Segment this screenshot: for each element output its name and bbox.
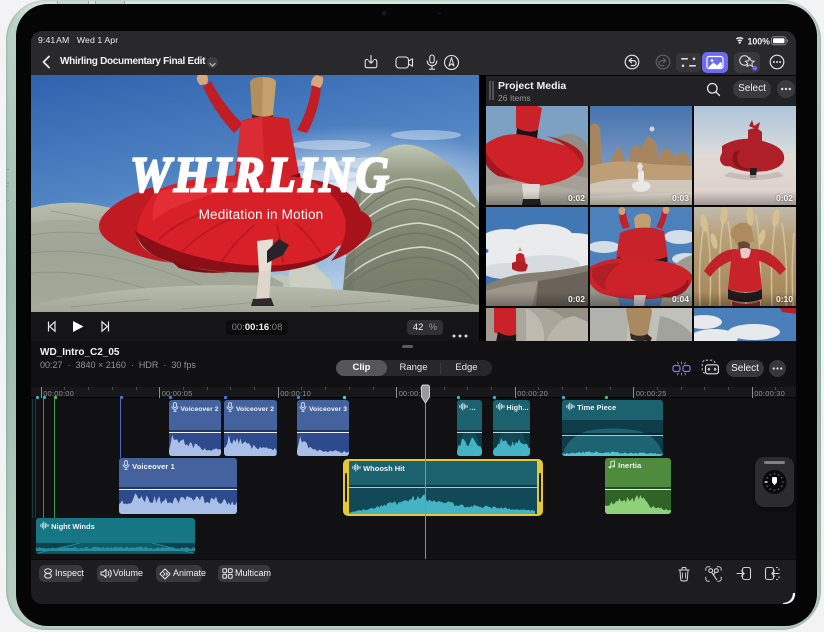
svg-text:100%: 100% <box>748 36 771 46</box>
